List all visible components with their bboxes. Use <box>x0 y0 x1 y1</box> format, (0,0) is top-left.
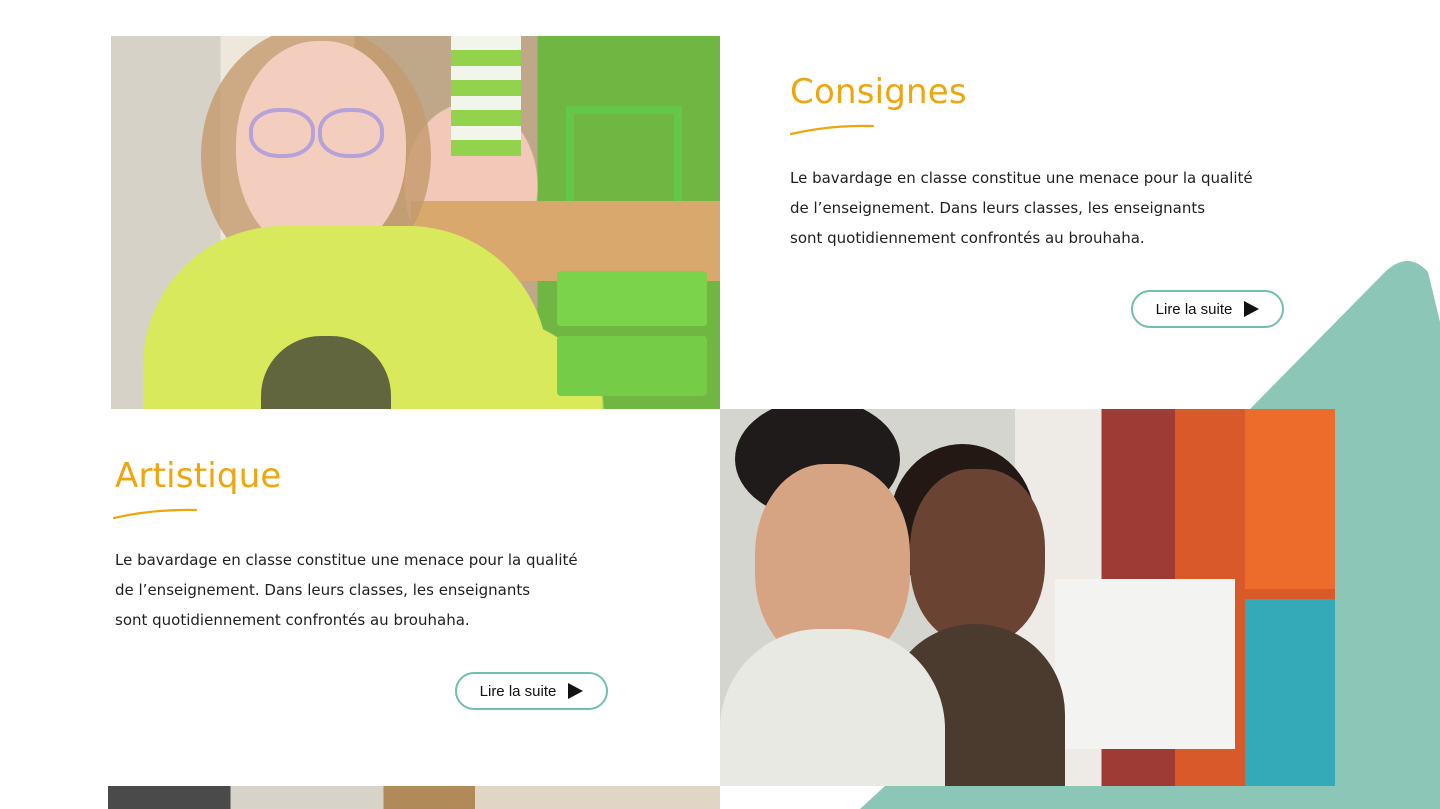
play-icon <box>568 683 584 699</box>
description-line: Le bavardage en classe constitue une men… <box>115 551 578 569</box>
button-label: Lire la suite <box>479 682 557 700</box>
title-underline <box>113 508 198 520</box>
description-line: sont quotidiennement confrontés au brouh… <box>790 229 1145 247</box>
read-more-button-artistique[interactable]: Lire la suite <box>455 672 608 710</box>
photo-classroom-partial <box>108 786 720 809</box>
section-title-consignes: Consignes <box>790 72 967 112</box>
section-description: Le bavardage en classe constitue une men… <box>790 163 1253 253</box>
play-icon <box>1244 301 1260 317</box>
description-line: de l’enseignement. Dans leurs classes, l… <box>115 581 531 599</box>
photo-girl-glasses <box>111 36 720 409</box>
photo-children-listening <box>720 409 1335 786</box>
description-line: de l’enseignement. Dans leurs classes, l… <box>790 199 1206 217</box>
read-more-button-consignes[interactable]: Lire la suite <box>1131 290 1284 328</box>
section-title-artistique: Artistique <box>115 456 282 496</box>
description-line: sont quotidiennement confrontés au brouh… <box>115 611 470 629</box>
description-line: Le bavardage en classe constitue une men… <box>790 169 1253 187</box>
button-label: Lire la suite <box>1155 300 1233 318</box>
title-underline <box>790 124 875 136</box>
section-description: Le bavardage en classe constitue une men… <box>115 545 578 635</box>
